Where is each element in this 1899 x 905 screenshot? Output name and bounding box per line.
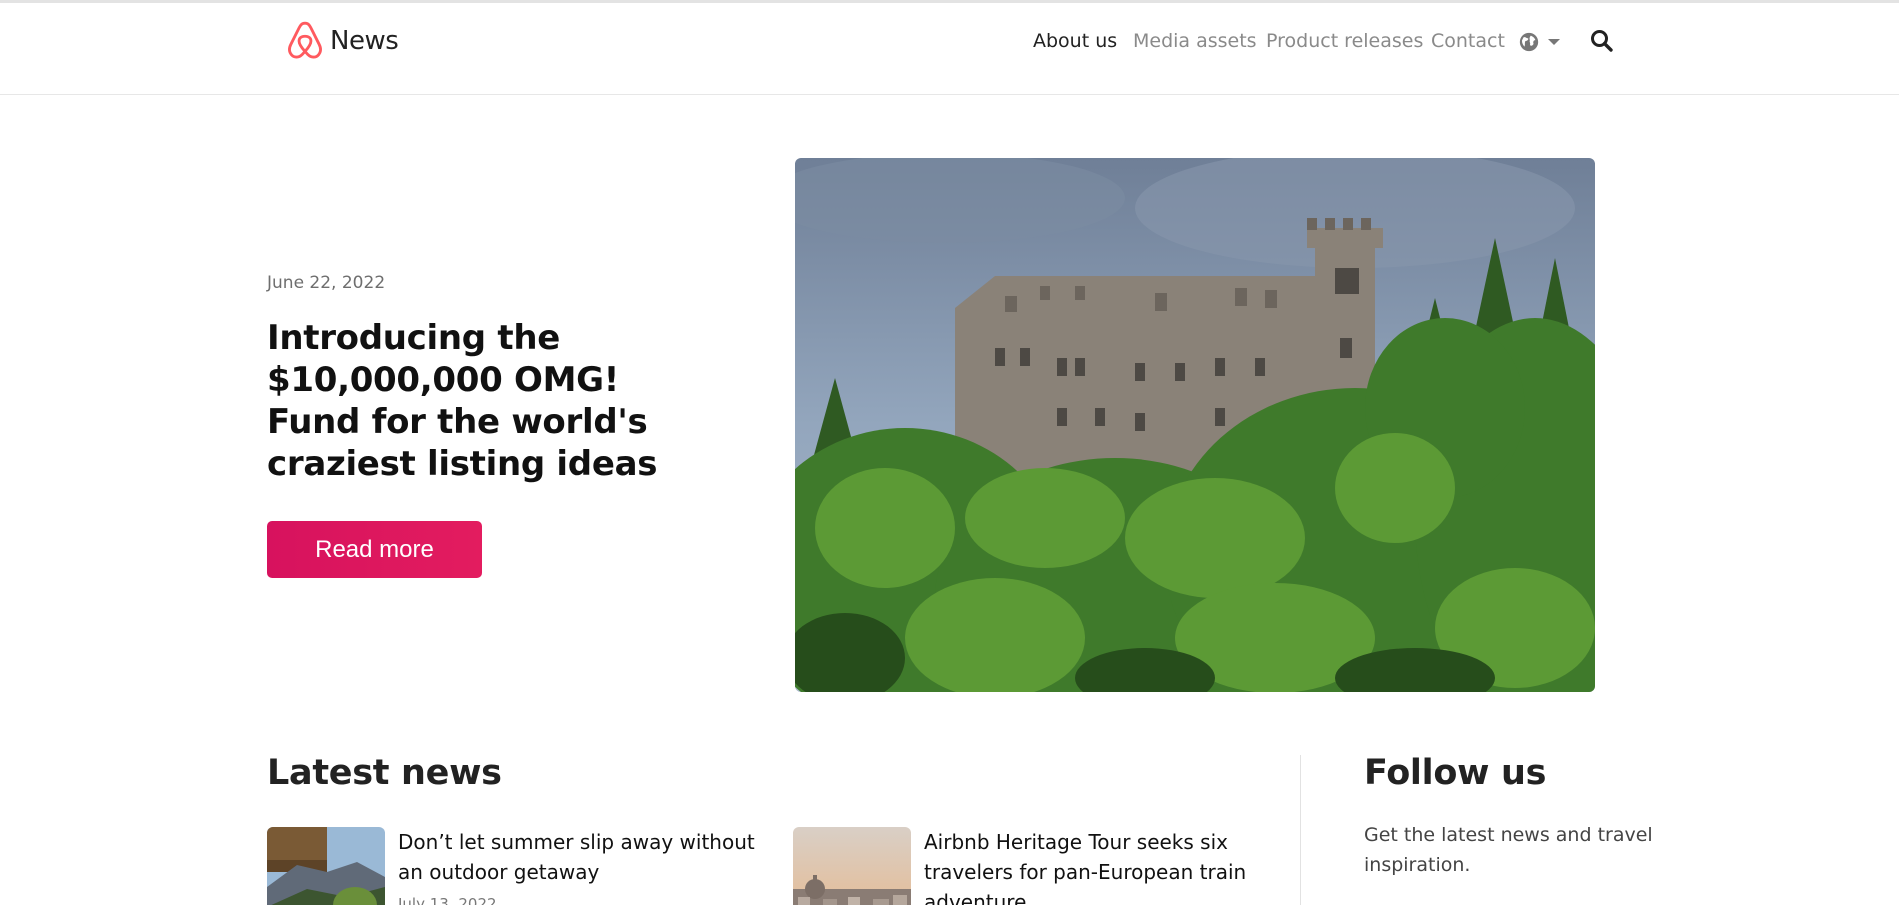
news-item[interactable]: Airbnb Heritage Tour seeks six travelers…	[793, 827, 1273, 905]
castle-in-forest-image	[795, 158, 1595, 692]
news-item[interactable]: Don’t let summer slip away without an ou…	[267, 827, 767, 905]
hero-headline[interactable]: Introducing the $10,000,000 OMG! Fund fo…	[267, 317, 697, 485]
site-header: News About us Media assets Product relea…	[0, 3, 1899, 95]
brand-logo-link[interactable]: News	[286, 19, 399, 63]
language-dropdown[interactable]	[1518, 28, 1564, 56]
search-button[interactable]	[1589, 28, 1615, 54]
chevron-down-icon	[1548, 39, 1560, 45]
follow-us-text: Get the latest news and travel inspirati…	[1364, 824, 1653, 876]
search-icon	[1591, 30, 1613, 52]
news-date: July 13, 2022	[398, 895, 497, 905]
city-skyline-image	[793, 827, 911, 905]
nav-product-releases[interactable]: Product releases	[1266, 30, 1423, 52]
brand-title: News	[330, 26, 399, 56]
nav-media-assets[interactable]: Media assets	[1133, 30, 1257, 52]
news-title[interactable]: Don’t let summer slip away without an ou…	[398, 827, 758, 887]
airbnb-logo-icon	[288, 21, 322, 59]
globe-icon	[1519, 32, 1539, 52]
column-divider	[1300, 755, 1301, 905]
news-thumbnail	[793, 827, 911, 905]
hero-image[interactable]	[795, 158, 1595, 692]
nav-contact[interactable]: Contact	[1431, 30, 1505, 52]
hero-date: June 22, 2022	[267, 273, 386, 293]
latest-news-heading: Latest news	[267, 753, 502, 793]
news-title[interactable]: Airbnb Heritage Tour seeks six travelers…	[924, 827, 1273, 905]
mountain-landscape-image	[267, 827, 385, 905]
news-thumbnail	[267, 827, 385, 905]
nav-about-us[interactable]: About us	[1033, 30, 1117, 52]
read-more-button[interactable]: Read more	[267, 521, 482, 578]
follow-us-heading: Follow us	[1364, 753, 1547, 793]
